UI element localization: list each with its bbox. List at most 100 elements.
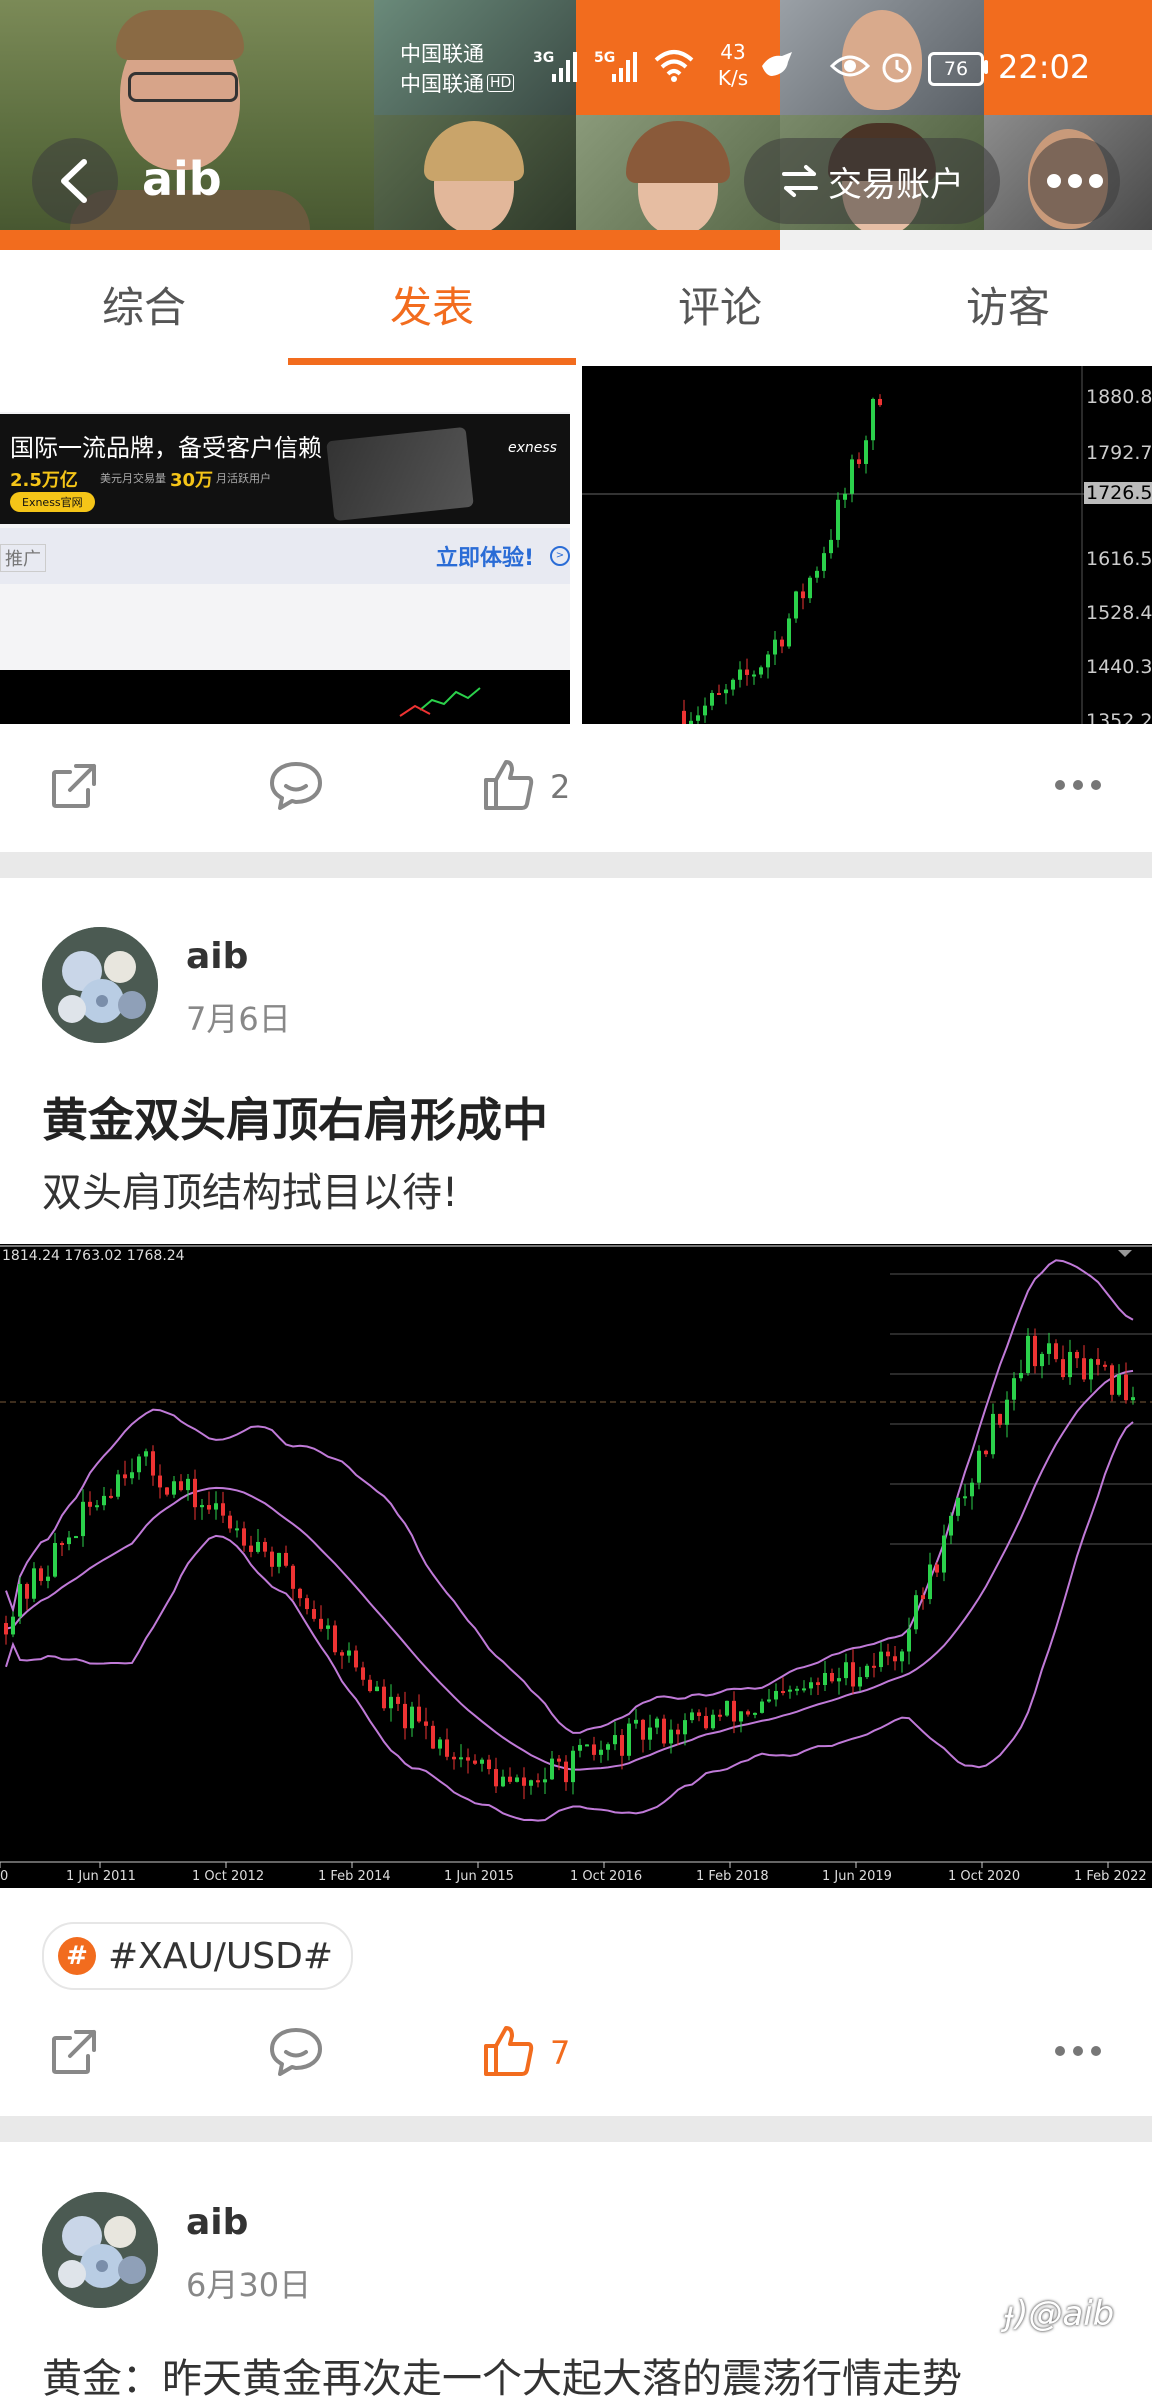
avatar[interactable] xyxy=(42,2192,158,2308)
candle-body xyxy=(340,1652,344,1656)
candle-body xyxy=(599,1749,603,1755)
candle-body xyxy=(907,1629,911,1652)
candle-body xyxy=(878,398,882,406)
more-horizontal-icon[interactable] xyxy=(1054,2044,1102,2058)
candle-body xyxy=(942,1535,946,1573)
candle-body xyxy=(823,1672,827,1686)
ad-stat-2-caption: 月活跃用户 xyxy=(216,472,271,485)
candle-body xyxy=(200,1505,204,1508)
tab-comments[interactable]: 评论 xyxy=(576,250,864,366)
x-axis-label: 1 Jun 2011 xyxy=(66,1869,136,1884)
candle-body xyxy=(1089,1359,1093,1380)
candle-body xyxy=(787,618,791,647)
share-icon[interactable] xyxy=(48,2026,100,2078)
candle-body xyxy=(781,1691,785,1694)
post-body[interactable]: 双头肩顶结构拭目以待! xyxy=(42,1160,458,1218)
candle-body xyxy=(508,1776,512,1782)
candle-body xyxy=(32,1568,36,1599)
candle-body xyxy=(53,1543,57,1577)
candle-body xyxy=(410,1706,414,1729)
candle-body xyxy=(697,1712,701,1716)
post-date: 7月6日 xyxy=(186,1000,291,1038)
more-horizontal-icon[interactable] xyxy=(1054,778,1102,792)
post-chart-image[interactable]: 1814.24 1763.02 1768.24 0 1 Jun 2011 1 Oct… xyxy=(0,1244,1152,1888)
tab-posts[interactable]: 发表 xyxy=(288,250,576,366)
candle-body xyxy=(550,1758,554,1780)
post-title[interactable]: 黄金双头肩顶右肩形成中 xyxy=(42,1084,548,1150)
tab-overview[interactable]: 综合 xyxy=(0,250,288,366)
candle-body xyxy=(808,577,812,599)
more-options-button[interactable] xyxy=(1030,138,1120,224)
post-author[interactable]: aib xyxy=(186,2202,248,2243)
candle-body xyxy=(263,1541,267,1552)
candle-body xyxy=(977,1450,981,1483)
candle-body xyxy=(802,1688,806,1691)
post-date: 6月30日 xyxy=(186,2266,312,2304)
candle-body xyxy=(354,1650,358,1668)
candle-body xyxy=(459,1757,463,1760)
candle-body xyxy=(766,654,770,668)
candle-body xyxy=(746,1711,750,1715)
tab-visitors[interactable]: 访客 xyxy=(864,250,1152,366)
candle-body xyxy=(214,1503,218,1510)
candle-body xyxy=(634,1719,638,1724)
avatar[interactable] xyxy=(42,927,158,1043)
ad-brand: exness xyxy=(508,440,557,456)
candle-body xyxy=(872,1665,876,1668)
candle-body xyxy=(1131,1397,1135,1401)
price-tick-label: 1440.3 xyxy=(1086,656,1152,678)
candle-body xyxy=(682,710,686,724)
post-image-ad[interactable]: 国际一流品牌，备受客户信赖 2.5万亿 美元月交易量 30万 月活跃用户 Exn… xyxy=(0,366,570,724)
profile-header: 中国联通 中国联通 HD 3G 5G 43 K/s 76 22:02 aib 交… xyxy=(0,0,1152,250)
candle-body xyxy=(11,1616,15,1635)
ad-cta-link[interactable]: 立即体验! xyxy=(436,540,534,572)
candle-body xyxy=(529,1780,533,1786)
candle-body xyxy=(501,1776,505,1787)
candle-body xyxy=(858,1677,862,1687)
candle-body xyxy=(130,1472,134,1479)
share-icon[interactable] xyxy=(48,760,100,812)
horizontal-level-lines xyxy=(890,1273,1152,1545)
active-tab-indicator xyxy=(288,358,576,365)
post-body-preview[interactable]: 黄金：昨天黄金再次走一个大起大落的震荡行情走势 xyxy=(42,2346,962,2404)
candle-body xyxy=(158,1475,162,1488)
candle-body xyxy=(843,493,847,500)
thumbs-up-icon[interactable] xyxy=(482,758,536,812)
candle-body xyxy=(745,669,749,675)
candle-body xyxy=(1061,1359,1065,1378)
watermark-icon: ɟ) xyxy=(1004,2294,1029,2334)
candle-body xyxy=(473,1760,477,1764)
candle-body xyxy=(914,1595,918,1630)
candle-body xyxy=(165,1487,169,1495)
candle-body xyxy=(850,459,854,494)
switch-account-button[interactable]: 交易账户 xyxy=(744,138,1000,224)
hashtag-chip[interactable]: # #XAU/USD# xyxy=(42,1922,354,1990)
carrier-2: 中国联通 xyxy=(400,72,484,96)
candle-body xyxy=(759,667,763,675)
candle-body xyxy=(900,1651,904,1662)
flower-avatar-image xyxy=(42,2192,158,2308)
x-axis-label: 1 Oct 2016 xyxy=(570,1869,642,1884)
candle-body xyxy=(81,1501,85,1537)
candle-body xyxy=(333,1625,337,1653)
comment-icon[interactable] xyxy=(268,2026,324,2078)
candle-body xyxy=(228,1515,232,1529)
carrier-1: 中国联通 xyxy=(400,42,484,66)
candle-body xyxy=(690,1712,694,1721)
candle-body xyxy=(1117,1374,1121,1395)
x-axis-label: 1 Feb 2022 xyxy=(1074,1869,1147,1884)
candle-body xyxy=(773,639,777,655)
candle-body xyxy=(738,669,742,680)
candle-body xyxy=(109,1495,113,1498)
candle-body xyxy=(1033,1335,1037,1367)
post-author[interactable]: aib xyxy=(186,936,248,977)
candle-body xyxy=(655,1718,659,1728)
candle-body xyxy=(683,1720,687,1735)
thumbs-up-icon[interactable] xyxy=(482,2024,536,2078)
candle-body xyxy=(179,1481,183,1491)
comment-icon[interactable] xyxy=(268,760,324,812)
ad-banner: 国际一流品牌，备受客户信赖 2.5万亿 美元月交易量 30万 月活跃用户 Exn… xyxy=(0,414,570,524)
post-image-chart[interactable]: 1880.8 1792.7 1726.5 1616.5 1528.4 1440.… xyxy=(582,366,1152,724)
back-button[interactable] xyxy=(32,138,118,224)
candle-body xyxy=(991,1413,995,1455)
